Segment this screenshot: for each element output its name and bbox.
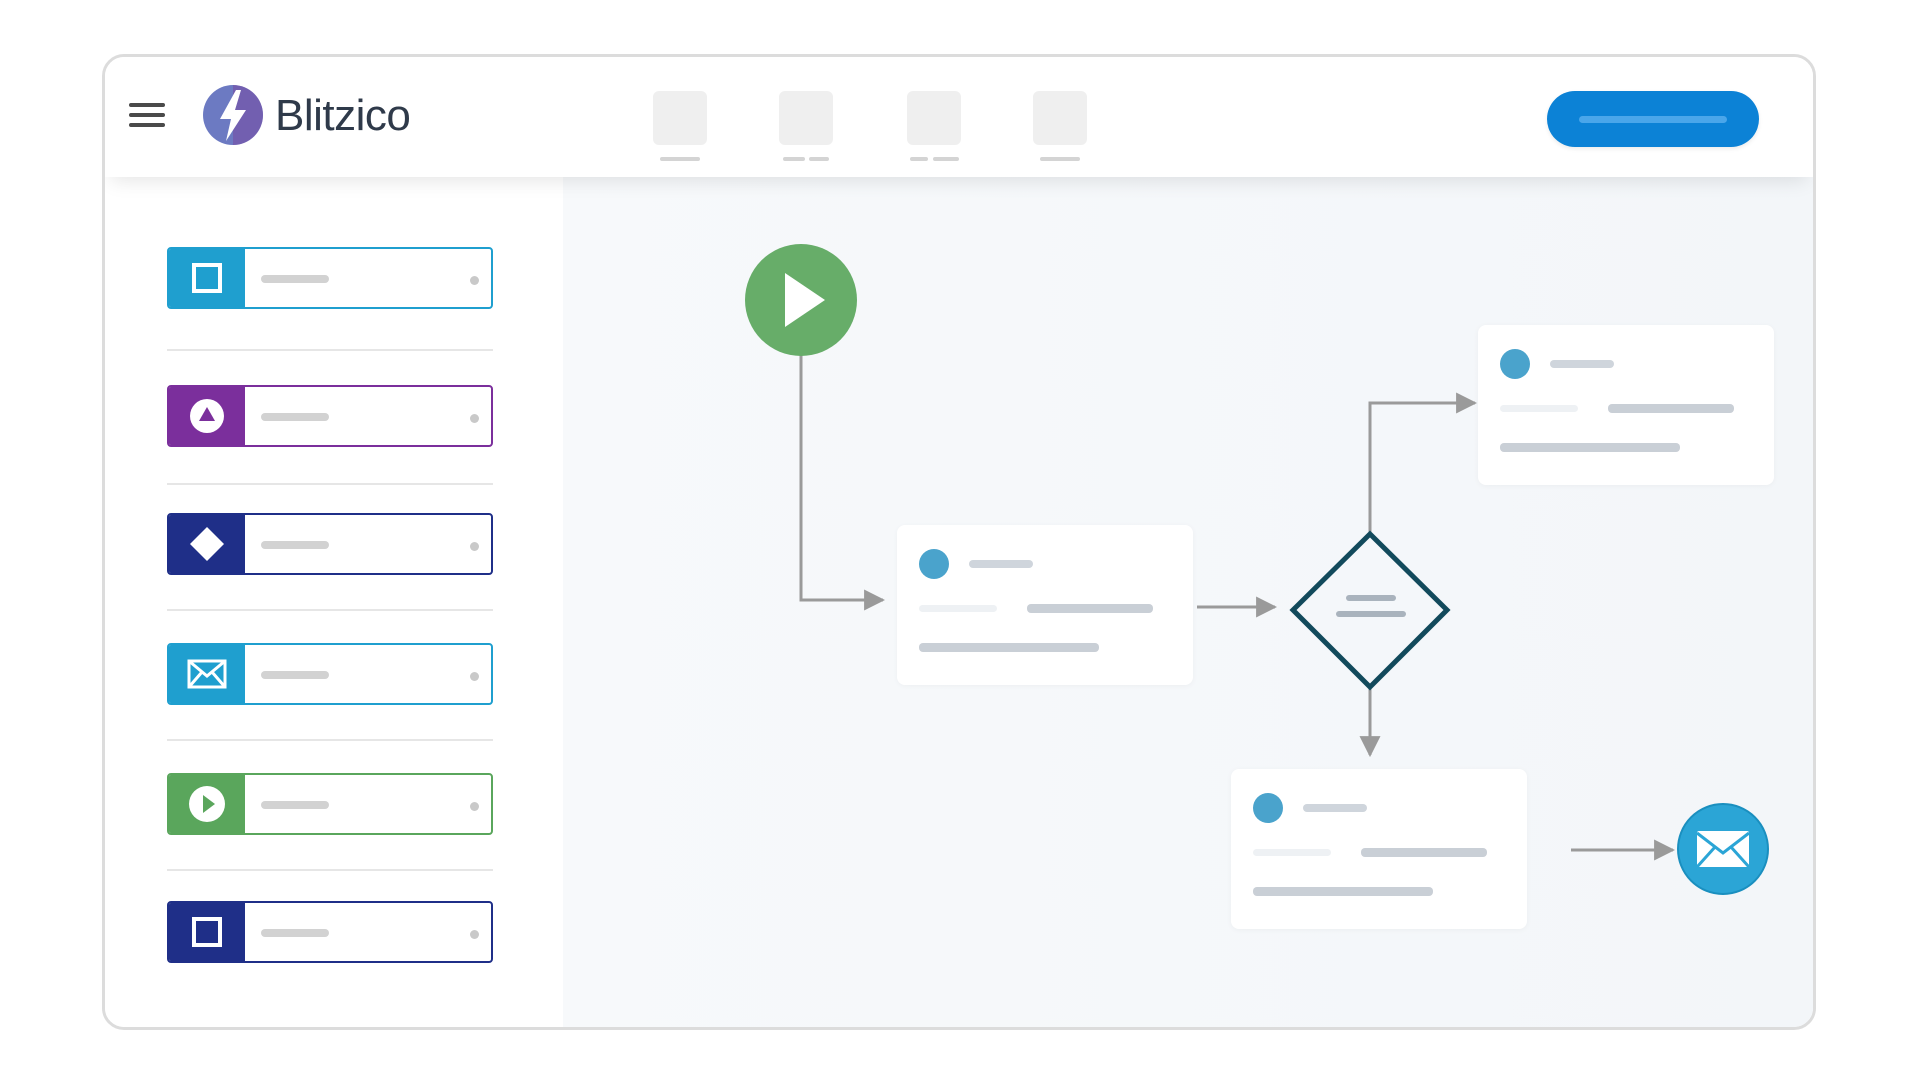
square-end-icon	[192, 917, 222, 947]
placeholder-icon	[779, 91, 833, 145]
envelope-icon	[187, 659, 227, 689]
nav-tab-2[interactable]	[779, 91, 833, 171]
task-card-3[interactable]	[1231, 769, 1527, 929]
nav-tab-4[interactable]	[1033, 91, 1087, 171]
square-task-icon	[192, 263, 222, 293]
palette-item-event[interactable]	[167, 385, 493, 447]
placeholder-icon	[653, 91, 707, 145]
placeholder-icon	[907, 91, 961, 145]
app-window: Blitzico	[102, 54, 1816, 1030]
connector-start-task	[799, 352, 886, 611]
diamond-icon	[1289, 530, 1451, 691]
brand-name: Blitzico	[275, 91, 411, 140]
status-dot	[919, 549, 949, 579]
status-dot	[1500, 349, 1530, 379]
nav-tab-1[interactable]	[653, 91, 707, 171]
nav-tab-3[interactable]	[907, 91, 961, 171]
top-bar: Blitzico	[105, 57, 1813, 177]
diamond-gateway-icon	[190, 527, 224, 561]
shape-palette-sidebar	[105, 177, 563, 1027]
status-dot	[1253, 793, 1283, 823]
task-card-2[interactable]	[1478, 325, 1774, 485]
palette-item-message[interactable]	[167, 643, 493, 705]
lightning-bolt-icon	[203, 85, 263, 145]
primary-action-button[interactable]	[1547, 91, 1759, 147]
palette-item-task[interactable]	[167, 247, 493, 309]
palette-item-end[interactable]	[167, 901, 493, 963]
palette-item-start[interactable]	[167, 773, 493, 835]
hamburger-menu-icon[interactable]	[129, 103, 165, 133]
play-start-icon	[189, 786, 225, 822]
workflow-canvas[interactable]	[563, 177, 1813, 1027]
start-node[interactable]	[745, 244, 857, 356]
task-card-1[interactable]	[897, 525, 1193, 685]
triangle-event-icon	[190, 399, 224, 433]
connector-decision-upper	[1368, 392, 1478, 534]
envelope-icon	[1695, 831, 1751, 869]
placeholder-icon	[1033, 91, 1087, 145]
end-email-node[interactable]	[1677, 803, 1769, 895]
palette-item-gateway[interactable]	[167, 513, 493, 575]
decision-node[interactable]	[1289, 530, 1451, 691]
